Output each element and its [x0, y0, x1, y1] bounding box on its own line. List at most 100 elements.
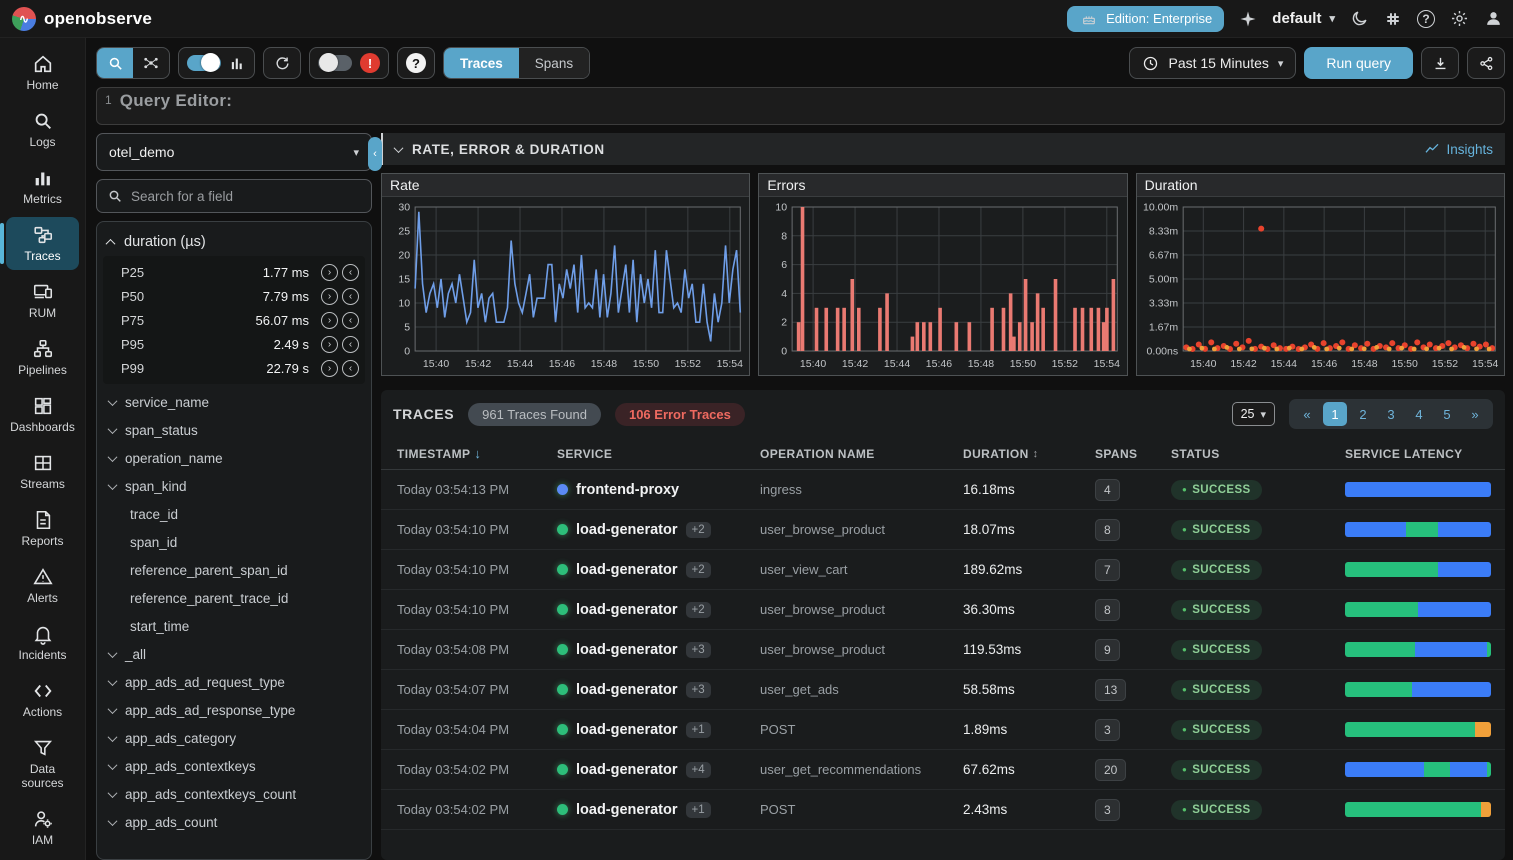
column-header-service-latency[interactable]: SERVICE LATENCY [1345, 447, 1501, 461]
share-button[interactable] [1467, 47, 1505, 79]
include-filter-button[interactable]: › [321, 336, 338, 353]
exclude-filter-button[interactable]: ‹ [342, 360, 359, 377]
traces-spans-tabs: Traces Spans [443, 47, 590, 79]
histogram-toggle[interactable] [187, 55, 221, 71]
trace-row[interactable]: Today 03:54:10 PMload-generator+2user_br… [381, 590, 1505, 630]
pagination-page-1[interactable]: 1 [1323, 402, 1347, 426]
field-item-app_ads_category[interactable]: app_ads_category [97, 724, 371, 752]
org-selector[interactable]: default ▾ [1272, 10, 1335, 27]
trace-row[interactable]: Today 03:54:13 PMfrontend-proxyingress16… [381, 470, 1505, 510]
search-mode-button[interactable] [97, 47, 133, 79]
nav-item-incidents[interactable]: Incidents [6, 616, 79, 669]
stream-selector[interactable]: otel_demo ▾ [96, 133, 372, 171]
trace-row[interactable]: Today 03:54:08 PMload-generator+3user_br… [381, 630, 1505, 670]
service-map-button[interactable] [133, 47, 169, 79]
nav-item-dashboards[interactable]: Dashboards [6, 388, 79, 441]
edition-button[interactable]: Edition: Enterprise [1067, 6, 1224, 32]
duration-section-header[interactable]: duration (µs) [97, 228, 371, 256]
time-range-selector[interactable]: Past 15 Minutes ▾ [1129, 47, 1296, 79]
tab-spans[interactable]: Spans [519, 48, 589, 78]
slack-icon[interactable] [1383, 9, 1403, 29]
sparkle-icon[interactable] [1238, 9, 1258, 29]
field-item-operation_name[interactable]: operation_name [97, 444, 371, 472]
page-size-selector[interactable]: 25 ▾ [1232, 402, 1275, 426]
service-name: load-generator [576, 802, 678, 818]
pagination-last[interactable]: » [1463, 402, 1487, 426]
column-header-service[interactable]: SERVICE [557, 447, 760, 461]
trace-row[interactable]: Today 03:54:02 PMload-generator+4user_ge… [381, 750, 1505, 790]
field-item-span_id[interactable]: span_id [97, 528, 371, 556]
pagination-page-5[interactable]: 5 [1435, 402, 1459, 426]
insights-link[interactable]: Insights [1424, 141, 1493, 157]
nav-item-traces[interactable]: Traces [6, 217, 79, 270]
field-item-app_ads_count[interactable]: app_ads_count [97, 808, 371, 836]
trace-row[interactable]: Today 03:54:07 PMload-generator+3user_ge… [381, 670, 1505, 710]
theme-moon-icon[interactable] [1349, 9, 1369, 29]
nav-item-home[interactable]: Home [6, 46, 79, 99]
field-item-reference_parent_trace_id[interactable]: reference_parent_trace_id [97, 584, 371, 612]
errors-only-toggle[interactable] [318, 55, 352, 71]
exclude-filter-button[interactable]: ‹ [342, 336, 359, 353]
help-icon[interactable]: ? [1417, 10, 1435, 28]
field-item-reference_parent_span_id[interactable]: reference_parent_span_id [97, 556, 371, 584]
nav-item-logs[interactable]: Logs [6, 103, 79, 156]
field-item-app_ads_contextkeys[interactable]: app_ads_contextkeys [97, 752, 371, 780]
exclude-filter-button[interactable]: ‹ [342, 264, 359, 281]
exclude-filter-button[interactable]: ‹ [342, 312, 359, 329]
nav-item-pipelines[interactable]: Pipelines [6, 331, 79, 384]
column-header-operation-name[interactable]: OPERATION NAME [760, 447, 963, 461]
column-header-timestamp[interactable]: TIMESTAMP↓ [397, 446, 557, 461]
nav-item-iam[interactable]: IAM [6, 801, 79, 854]
field-item-span_status[interactable]: span_status [97, 416, 371, 444]
field-item-app_ads_ad_response_type[interactable]: app_ads_ad_response_type [97, 696, 371, 724]
trace-row[interactable]: Today 03:54:04 PMload-generator+1POST1.8… [381, 710, 1505, 750]
field-item-app_ads_contextkeys_count[interactable]: app_ads_contextkeys_count [97, 780, 371, 808]
field-item-trace_id[interactable]: trace_id [97, 500, 371, 528]
nav-item-alerts[interactable]: Alerts [6, 559, 79, 612]
field-item-span_kind[interactable]: span_kind [97, 472, 371, 500]
trace-row[interactable]: Today 03:54:10 PMload-generator+2user_br… [381, 510, 1505, 550]
nav-item-data-sources[interactable]: Data sources [6, 730, 79, 797]
tab-traces[interactable]: Traces [444, 48, 519, 78]
latency-segment [1438, 522, 1491, 537]
include-filter-button[interactable]: › [321, 312, 338, 329]
collapse-fields-handle[interactable]: ‹ [368, 137, 382, 171]
field-item-start_time[interactable]: start_time [97, 612, 371, 640]
include-filter-button[interactable]: › [321, 360, 338, 377]
help-query-button[interactable]: ? [398, 47, 434, 79]
stream-selector-value: otel_demo [109, 144, 174, 160]
field-search-input[interactable] [131, 189, 361, 204]
exclude-filter-button[interactable]: ‹ [342, 288, 359, 305]
gear-icon[interactable] [1449, 9, 1469, 29]
service-extra-badge: +2 [686, 522, 711, 538]
field-item-_all[interactable]: _all [97, 640, 371, 668]
query-editor[interactable]: 1 Query Editor: [96, 87, 1505, 125]
download-button[interactable] [1421, 47, 1459, 79]
account-icon[interactable] [1483, 9, 1503, 29]
field-item-app_ads_ad_request_type[interactable]: app_ads_ad_request_type [97, 668, 371, 696]
nav-item-rum[interactable]: RUM [6, 274, 79, 327]
include-filter-button[interactable]: › [321, 264, 338, 281]
trace-row[interactable]: Today 03:54:10 PMload-generator+2user_vi… [381, 550, 1505, 590]
column-header-duration[interactable]: DURATION↕ [963, 447, 1095, 461]
openobserve-logo[interactable]: openobserve [12, 7, 152, 31]
error-traces-badge[interactable]: 106 Error Traces [615, 403, 745, 426]
field-item-label: app_ads_count [125, 815, 217, 830]
nav-item-reports[interactable]: Reports [6, 502, 79, 555]
nav-item-streams[interactable]: Streams [6, 445, 79, 498]
field-item-service_name[interactable]: service_name [97, 388, 371, 416]
column-header-spans[interactable]: SPANS [1095, 447, 1171, 461]
run-query-button[interactable]: Run query [1304, 47, 1413, 79]
pagination-page-4[interactable]: 4 [1407, 402, 1431, 426]
red-section-header: RATE, ERROR & DURATION Insights [381, 133, 1505, 165]
nav-item-actions[interactable]: Actions [6, 673, 79, 726]
pagination-page-3[interactable]: 3 [1379, 402, 1403, 426]
red-section-title-wrap[interactable]: RATE, ERROR & DURATION [395, 142, 605, 157]
refresh-button[interactable] [264, 47, 300, 79]
include-filter-button[interactable]: › [321, 288, 338, 305]
column-header-status[interactable]: STATUS [1171, 447, 1345, 461]
trace-row[interactable]: Today 03:54:02 PMload-generator+1POST2.4… [381, 790, 1505, 830]
pagination-first[interactable]: « [1295, 402, 1319, 426]
pagination-page-2[interactable]: 2 [1351, 402, 1375, 426]
nav-item-metrics[interactable]: Metrics [6, 160, 79, 213]
